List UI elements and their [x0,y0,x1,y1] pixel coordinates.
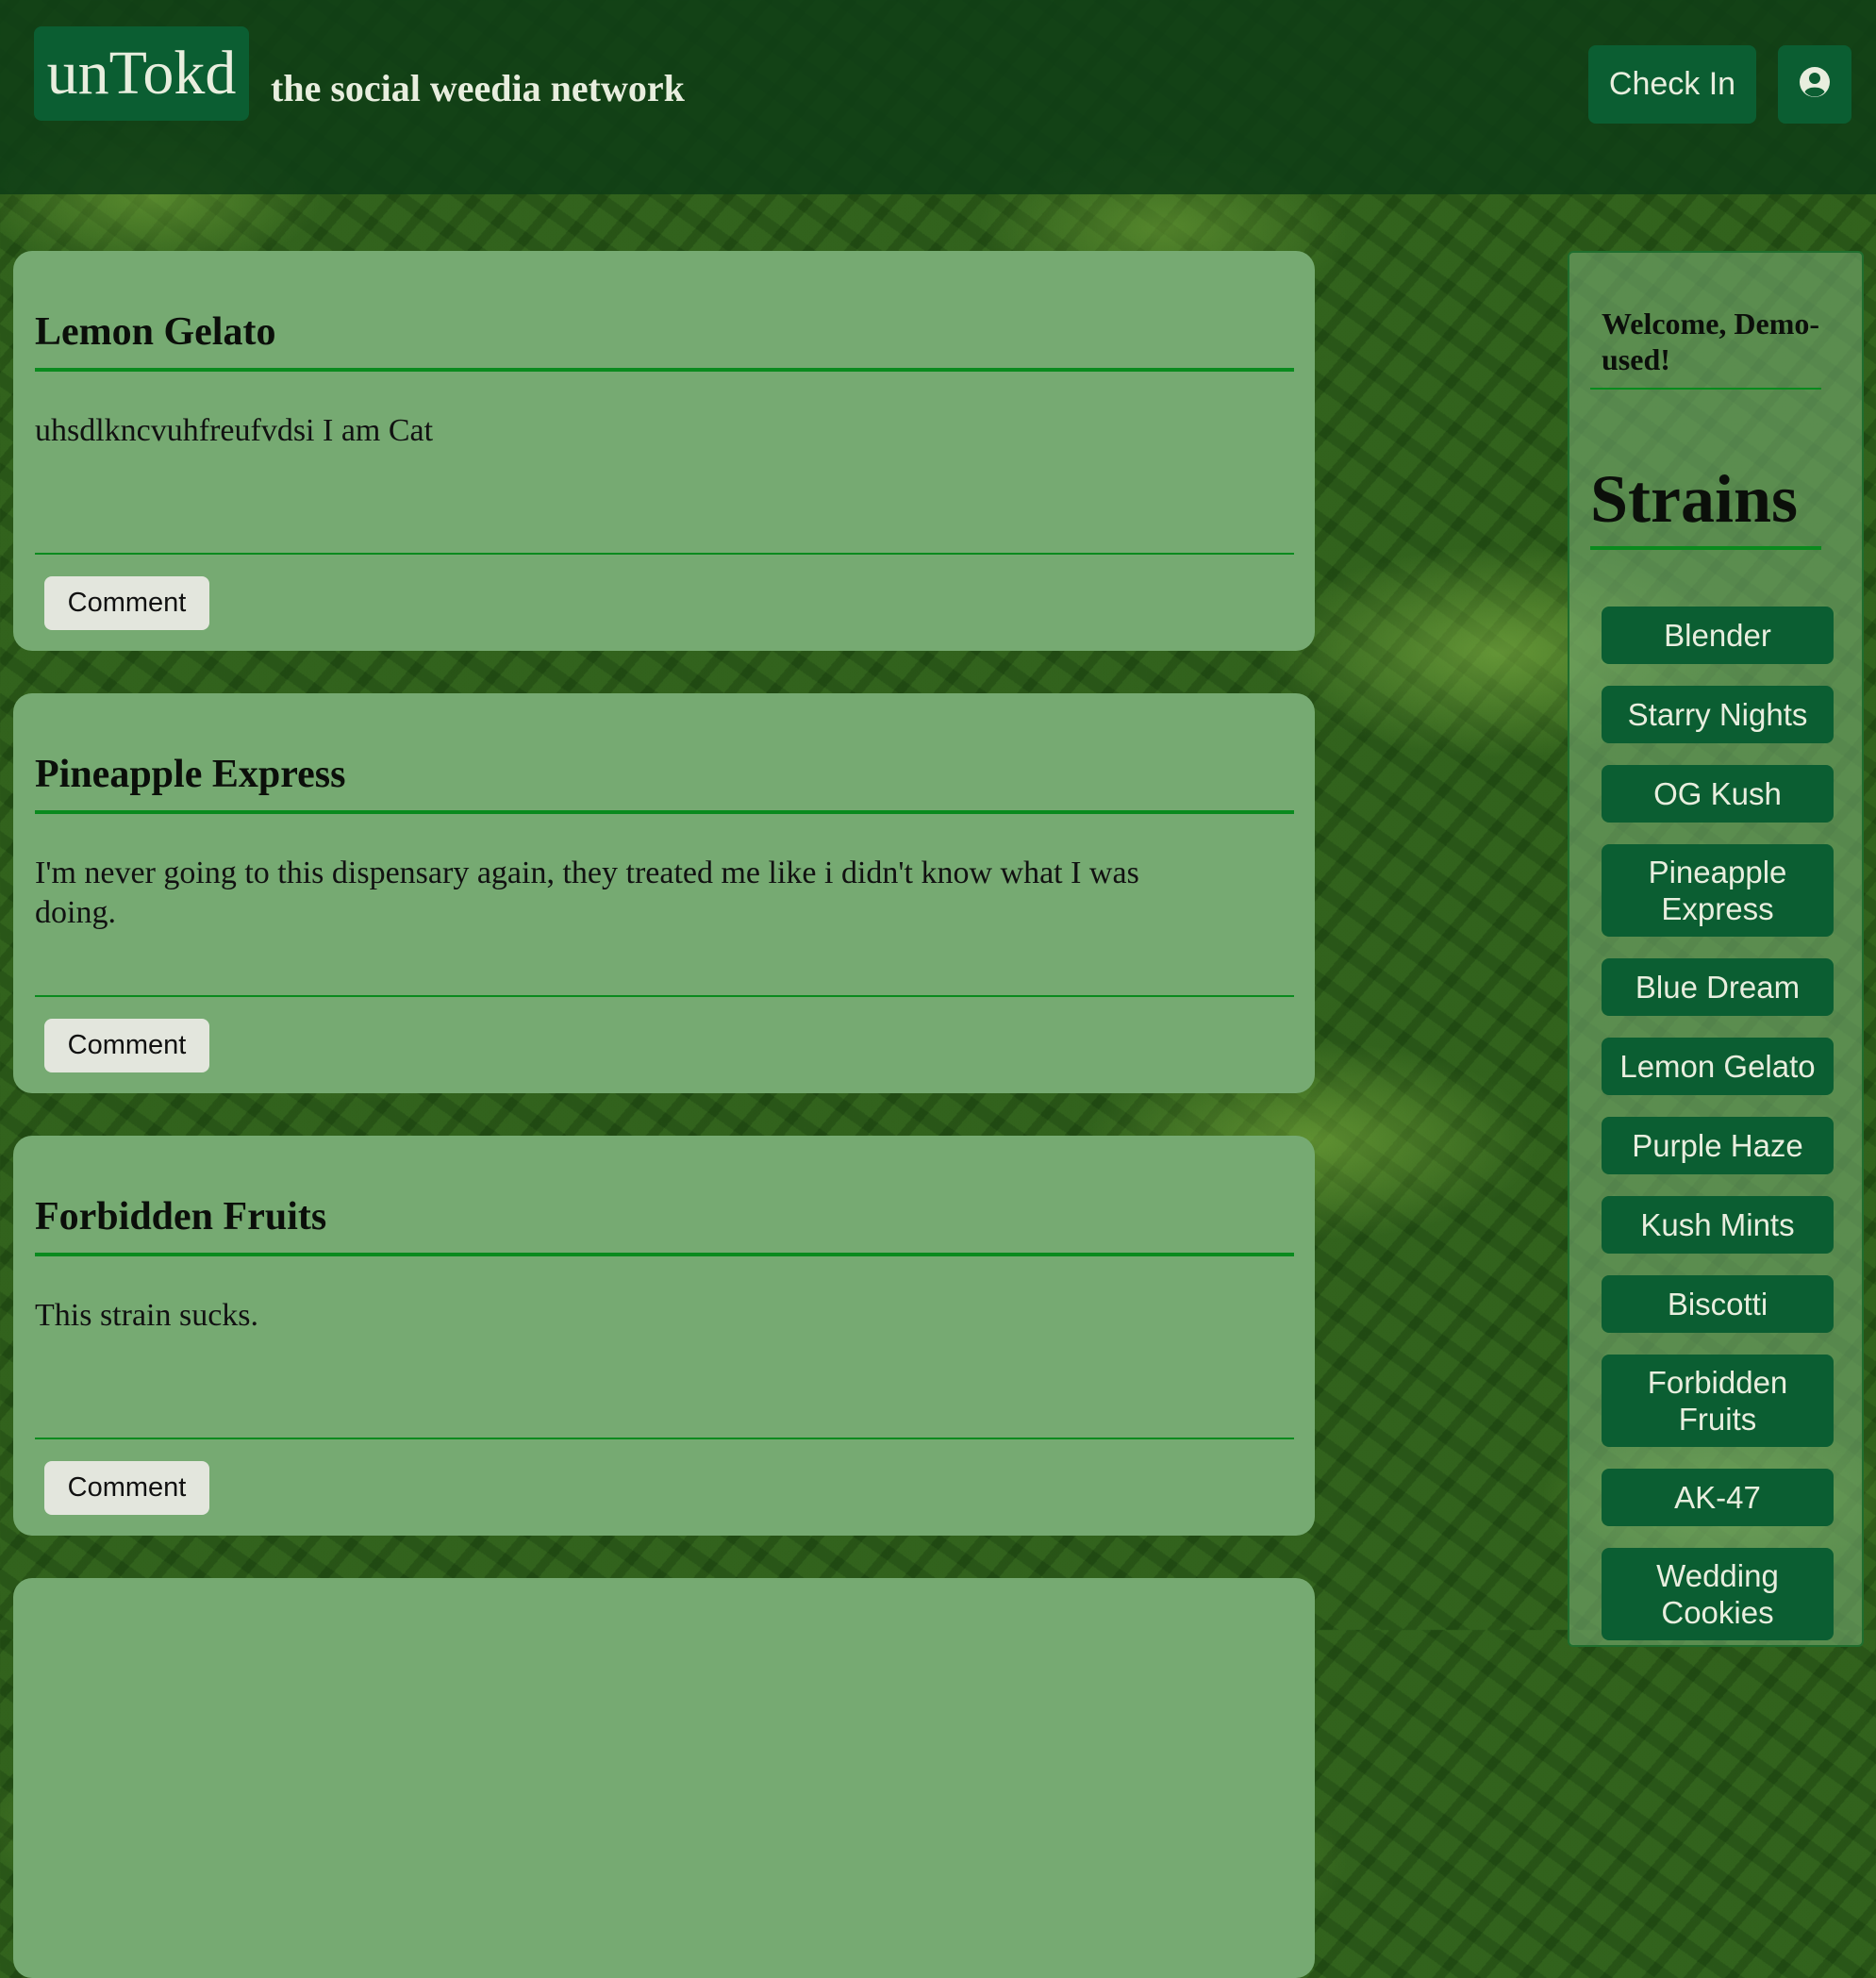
review-strain-title: Forbidden Fruits [35,1194,1294,1256]
strain-button-forbidden-fruits[interactable]: Forbidden Fruits [1602,1355,1834,1447]
card-divider [35,553,1294,555]
strain-button-pineapple-express[interactable]: Pineapple Express [1602,844,1834,937]
comment-button[interactable]: Comment [44,1019,209,1072]
strain-button-ak-47[interactable]: AK-47 [1602,1469,1834,1526]
user-circle-icon [1799,66,1831,103]
site-tagline: the social weedia network [271,67,685,109]
strain-button-biscotti[interactable]: Biscotti [1602,1275,1834,1333]
profile-button[interactable] [1778,45,1851,124]
review-card [13,1578,1315,1978]
review-text: I'm never going to this dispensary again… [35,856,1139,930]
untokd-logo[interactable]: unTokd [34,26,249,121]
review-strain-title: Pineapple Express [35,752,1294,814]
strain-button-kush-mints[interactable]: Kush Mints [1602,1196,1834,1254]
strain-list: Blender Starry Nights OG Kush Pineapple … [1602,607,1834,1662]
strain-button-og-kush[interactable]: OG Kush [1602,765,1834,823]
strains-sidebar: Welcome, Demo-used! Strains Blender Star… [1568,251,1864,1647]
comment-button[interactable]: Comment [44,1461,209,1515]
strain-button-starry-nights[interactable]: Starry Nights [1602,686,1834,743]
card-divider [35,995,1294,997]
top-nav: unTokd the social weedia network Check I… [0,0,1876,194]
review-text: This strain sucks. [35,1298,259,1333]
strains-heading: Strains [1590,461,1799,537]
review-card: Lemon Gelato uhsdlkncvuhfreufvdsi I am C… [13,251,1315,651]
strain-button-blue-dream[interactable]: Blue Dream [1602,958,1834,1016]
strain-button-purple-haze[interactable]: Purple Haze [1602,1117,1834,1174]
card-divider [35,1438,1294,1439]
comment-button[interactable]: Comment [44,576,209,630]
divider [1590,546,1821,550]
strain-button-blender[interactable]: Blender [1602,607,1834,664]
check-in-button[interactable]: Check In [1588,45,1756,124]
welcome-message: Welcome, Demo-used! [1602,307,1820,376]
strain-button-wedding-cookies[interactable]: Wedding Cookies [1602,1548,1834,1640]
divider [1590,388,1821,390]
review-card: Pineapple Express I'm never going to thi… [13,693,1315,1093]
strain-button-lemon-gelato[interactable]: Lemon Gelato [1602,1038,1834,1095]
review-text: uhsdlkncvuhfreufvdsi I am Cat [35,413,434,448]
review-card: Forbidden Fruits This strain sucks. Comm… [13,1136,1315,1536]
review-strain-title: Lemon Gelato [35,309,1294,372]
